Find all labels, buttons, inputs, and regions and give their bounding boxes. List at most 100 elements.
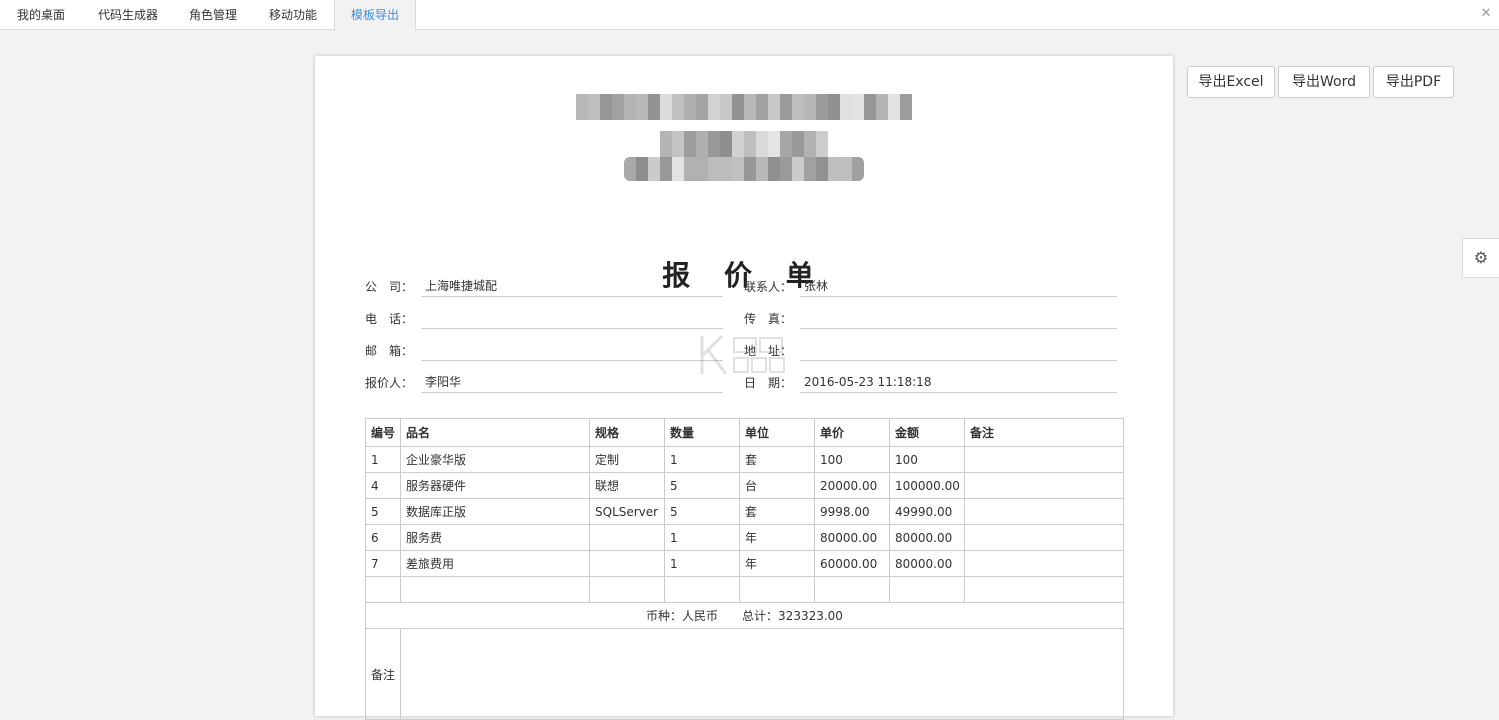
phone-value: [421, 309, 723, 329]
table-cell: 49990.00: [889, 498, 965, 525]
field-phone: 电 话：: [365, 310, 723, 330]
table-cell: [400, 576, 590, 603]
date-label: 日 期：: [744, 376, 793, 390]
fax-value: [800, 309, 1117, 329]
date-value: 2016-05-23 11:18:18: [800, 373, 1117, 393]
table-cell: 服务费: [400, 524, 590, 551]
header-cell: 编号: [365, 418, 401, 447]
table-cell: [964, 524, 1124, 551]
table-cell: 数据库正版: [400, 498, 590, 525]
table-row: 6 服务费 1 年 80000.00 80000.00: [365, 524, 1124, 551]
header-cell: 金额: [889, 418, 965, 447]
table-cell: 20000.00: [814, 472, 890, 499]
table-cell: [739, 576, 815, 603]
field-company: 公 司： 上海唯捷城配: [365, 278, 723, 298]
tab-bar: 我的桌面 代码生成器 角色管理 移动功能 模板导出 ✕: [0, 0, 1499, 31]
table-cell: [964, 446, 1124, 473]
table-cell: [664, 576, 740, 603]
gear-icon[interactable]: ⚙: [1462, 238, 1499, 278]
table-cell: 定制: [589, 446, 665, 473]
table-cell: [889, 576, 965, 603]
field-contact: 联系人： 张林: [744, 278, 1117, 298]
table-cell: [589, 550, 665, 577]
table-cell: [589, 576, 665, 603]
quoter-label: 报价人：: [365, 376, 414, 390]
phone-label: 电 话：: [365, 312, 414, 326]
export-word-button[interactable]: 导出Word: [1278, 66, 1370, 98]
tab-code-generator[interactable]: 代码生成器: [82, 0, 174, 30]
table-header-row: 编号 品名 规格 数量 单位 单价 金额 备注: [365, 418, 1124, 447]
company-label: 公 司：: [365, 280, 414, 294]
header-cell: 数量: [664, 418, 740, 447]
address-value: [800, 341, 1117, 361]
table-cell: 年: [739, 550, 815, 577]
table-cell: 80000.00: [814, 524, 890, 551]
table-row: [365, 576, 1124, 603]
tab-role-management[interactable]: 角色管理: [174, 0, 252, 30]
table-cell: 100: [814, 446, 890, 473]
table-cell: 5: [664, 472, 740, 499]
items-table: 编号 品名 规格 数量 单位 单价 金额 备注 1 企业豪华版 定制 1 套 100 100…: [365, 418, 1124, 720]
table-cell: 台: [739, 472, 815, 499]
table-cell: 5: [664, 498, 740, 525]
field-fax: 传 真：: [744, 310, 1117, 330]
table-cell: 差旅费用: [400, 550, 590, 577]
header-cell: 规格: [589, 418, 665, 447]
table-cell: 100: [889, 446, 965, 473]
export-excel-button[interactable]: 导出Excel: [1187, 66, 1275, 98]
total-row: 币种：人民币 总计：323323.00: [365, 602, 1124, 629]
total-text: 币种：人民币 总计：323323.00: [365, 602, 1124, 629]
tab-mobile-features[interactable]: 移动功能: [252, 0, 334, 30]
company-value: 上海唯捷城配: [421, 277, 723, 297]
header-cell: 单位: [739, 418, 815, 447]
fax-label: 传 真：: [744, 312, 793, 326]
quotation-sheet: 报 价 单 公 司： 上海唯捷城配 联系人： 张林 电 话： 传 真： 邮 箱：…: [315, 56, 1173, 720]
table-cell: 5: [365, 498, 401, 525]
table-cell: 1: [365, 446, 401, 473]
table-cell: [964, 472, 1124, 499]
tab-my-desktop[interactable]: 我的桌面: [0, 0, 82, 30]
blurred-header-line-3: [624, 157, 864, 181]
table-cell: 套: [739, 446, 815, 473]
watermark-logo-icon: [700, 334, 785, 375]
table-cell: 6: [365, 524, 401, 551]
table-cell: [589, 524, 665, 551]
header-cell: 单价: [814, 418, 890, 447]
table-cell: 60000.00: [814, 550, 890, 577]
table-cell: 联想: [589, 472, 665, 499]
email-label: 邮 箱：: [365, 344, 414, 358]
table-cell: 9998.00: [814, 498, 890, 525]
table-cell: [964, 550, 1124, 577]
table-cell: 年: [739, 524, 815, 551]
table-cell: SQLServer: [589, 498, 665, 525]
export-pdf-button[interactable]: 导出PDF: [1373, 66, 1454, 98]
table-cell: 80000.00: [889, 524, 965, 551]
field-address: 地 址：: [744, 342, 1117, 362]
tab-template-export[interactable]: 模板导出: [334, 0, 416, 31]
table-cell: 1: [664, 524, 740, 551]
table-cell: 4: [365, 472, 401, 499]
blurred-header-line-2: [660, 131, 828, 157]
field-quoter: 报价人： 李阳华: [365, 374, 723, 394]
table-row: 4 服务器硬件 联想 5 台 20000.00 100000.00: [365, 472, 1124, 499]
close-icon[interactable]: ✕: [1479, 7, 1493, 21]
table-cell: 服务器硬件: [400, 472, 590, 499]
field-date: 日 期： 2016-05-23 11:18:18: [744, 374, 1117, 394]
table-cell: 80000.00: [889, 550, 965, 577]
table-row: 5 数据库正版 SQLServer 5 套 9998.00 49990.00: [365, 498, 1124, 525]
table-row: 7 差旅费用 1 年 60000.00 80000.00: [365, 550, 1124, 577]
remark-row: 备注: [365, 628, 1124, 720]
table-cell: 1: [664, 550, 740, 577]
blurred-header-line-1: [576, 94, 912, 120]
remark-label: 备注: [365, 628, 401, 720]
table-cell: 100000.00: [889, 472, 965, 499]
header-cell: 品名: [400, 418, 590, 447]
table-row: 1 企业豪华版 定制 1 套 100 100: [365, 446, 1124, 473]
table-cell: 套: [739, 498, 815, 525]
table-cell: [964, 498, 1124, 525]
contact-value: 张林: [800, 277, 1117, 297]
table-cell: [964, 576, 1124, 603]
field-email: 邮 箱：: [365, 342, 723, 362]
remark-value: [400, 628, 1124, 720]
header-cell: 备注: [964, 418, 1124, 447]
